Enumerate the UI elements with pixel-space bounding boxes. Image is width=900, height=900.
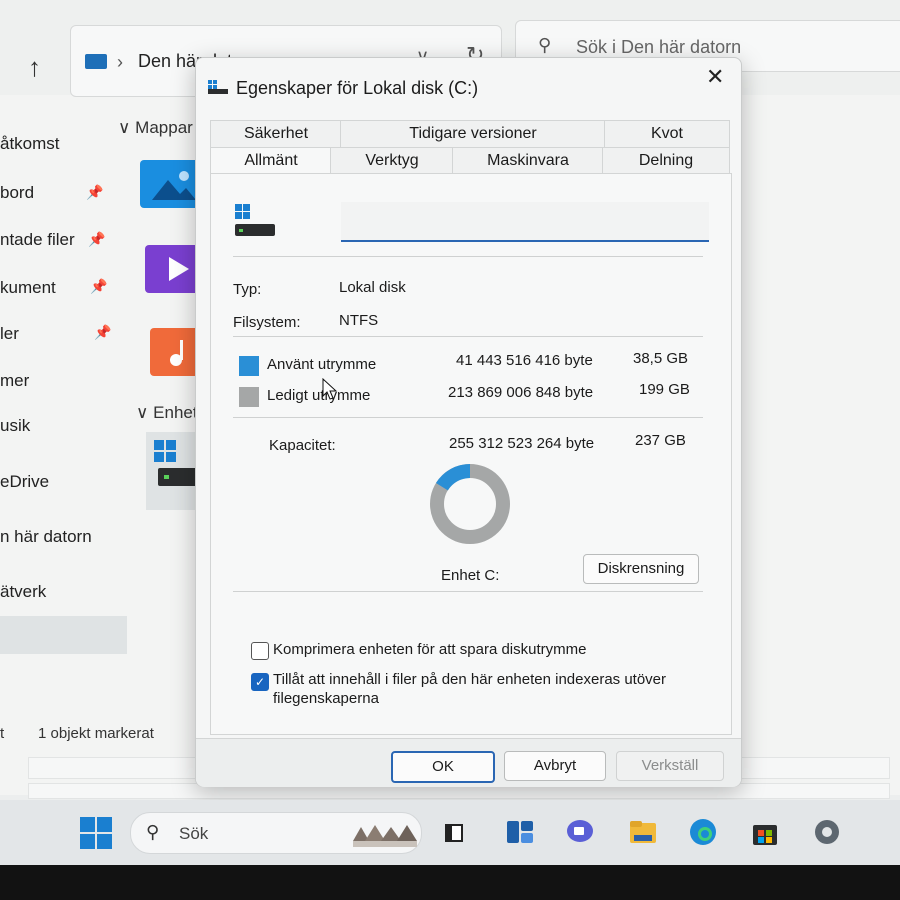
search-icon: ⚲: [538, 35, 552, 55]
mountain-icon: [152, 171, 196, 200]
nav-item[interactable]: ler: [0, 324, 19, 344]
nav-item[interactable]: usik: [0, 416, 30, 436]
properties-dialog: Egenskaper för Lokal disk (C:) ✕ Säkerhe…: [195, 57, 742, 787]
windows-drive-icon: [235, 204, 275, 236]
used-space-bytes: 41 443 516 416 byte: [456, 352, 593, 369]
apply-button[interactable]: Verkställ: [616, 751, 724, 781]
taskbar-search-label: Sök: [179, 824, 209, 843]
file-explorer-icon[interactable]: [628, 817, 658, 847]
capacity-bytes: 255 312 523 264 byte: [449, 435, 595, 452]
widgets-icon[interactable]: [440, 817, 470, 847]
index-checkbox[interactable]: ✓: [251, 673, 269, 691]
type-value: Lokal disk: [339, 279, 406, 296]
mouse-pointer-icon: [322, 378, 338, 400]
ok-button[interactable]: OK: [391, 751, 495, 783]
free-space-label: Ledigt utrymme: [267, 387, 371, 404]
divider: [233, 256, 703, 257]
divider: [233, 591, 703, 592]
nav-item[interactable]: mer: [0, 371, 29, 391]
nav-item[interactable]: åtkomst: [0, 134, 60, 154]
computer-icon: [85, 54, 107, 69]
cancel-button[interactable]: Avbryt: [504, 751, 606, 781]
type-label: Typ:: [233, 281, 262, 298]
explorer-search-placeholder[interactable]: Sök i Den här datorn: [576, 37, 741, 58]
tab-sharing[interactable]: Delning: [602, 147, 730, 174]
filesystem-value: NTFS: [339, 312, 379, 329]
drive-name-input[interactable]: [341, 202, 709, 242]
free-space-swatch: [239, 387, 259, 407]
tab-hardware[interactable]: Maskinvara: [452, 147, 604, 174]
nav-item[interactable]: bord: [0, 183, 34, 203]
pictures-folder-icon[interactable]: [140, 160, 200, 208]
tab-security[interactable]: Säkerhet: [210, 120, 342, 147]
disk-usage-donut: [430, 464, 510, 544]
index-label-line2: filegenskaperna: [273, 690, 379, 707]
group-folders-label: Mappar: [135, 118, 193, 137]
disk-cleanup-button[interactable]: Diskrensning: [583, 554, 699, 584]
capacity-gb: 237 GB: [635, 432, 686, 449]
taskbar: ⚲ Sök: [0, 800, 900, 865]
compress-label: Komprimera enheten för att spara diskutr…: [273, 641, 587, 658]
used-space-arc: [435, 464, 471, 491]
pin-icon: 📌: [90, 278, 108, 294]
chevron-down-icon: ∨: [118, 118, 136, 137]
screen: ↑ › Den här datorn ∨ ↻ ⚲ Sök i Den här d…: [0, 0, 900, 870]
free-space-gb: 199 GB: [639, 381, 690, 398]
used-space-swatch: [239, 356, 259, 376]
nav-item-this-pc[interactable]: n här datorn: [0, 527, 92, 547]
used-space-gb: 38,5 GB: [633, 350, 689, 367]
teams-chat-icon[interactable]: [565, 817, 595, 847]
capacity-label: Kapacitet:: [269, 437, 336, 454]
index-label-line1: Tillåt att innehåll i filer på den här e…: [273, 671, 667, 688]
tab-quota[interactable]: Kvot: [604, 120, 730, 147]
drive-label: Enhet C:: [441, 567, 500, 584]
windows-start-icon[interactable]: [80, 817, 112, 849]
group-folders-header[interactable]: ∨ Mappar: [118, 118, 193, 138]
filesystem-label: Filsystem:: [233, 314, 301, 331]
navigation-pane: åtkomst bord 📌 ntade filer 📌 kument 📌 le…: [0, 100, 130, 760]
chevron-down-icon: ∨: [136, 403, 154, 422]
pin-icon: 📌: [94, 324, 112, 340]
up-arrow-icon[interactable]: ↑: [28, 52, 41, 83]
task-view-icon[interactable]: [505, 817, 535, 847]
selected-nav-highlight: [0, 616, 127, 654]
nav-item[interactable]: eDrive: [0, 472, 49, 492]
status-selected: 1 objekt markerat: [38, 725, 154, 742]
close-icon[interactable]: ✕: [706, 64, 724, 90]
chevron-right-icon[interactable]: ›: [117, 52, 123, 73]
dialog-title: Egenskaper för Lokal disk (C:): [236, 78, 479, 98]
dialog-footer: OK Avbryt Verkställ: [196, 738, 741, 787]
drive-icon: [208, 80, 228, 94]
tab-tools[interactable]: Verktyg: [330, 147, 454, 174]
divider: [233, 417, 703, 418]
compress-checkbox[interactable]: [251, 642, 269, 660]
used-space-label: Använt utrymme: [267, 356, 377, 373]
taskbar-search-box[interactable]: ⚲ Sök: [130, 812, 422, 854]
divider: [233, 336, 703, 337]
tab-previous-versions[interactable]: Tidigare versioner: [340, 120, 606, 147]
edge-icon[interactable]: [688, 817, 718, 847]
store-icon[interactable]: [750, 817, 780, 847]
pin-icon: 📌: [88, 231, 106, 247]
search-icon: ⚲: [146, 822, 160, 842]
tab-general[interactable]: Allmänt: [210, 147, 332, 175]
pin-icon: 📌: [86, 184, 104, 200]
general-tab-panel: Typ: Lokal disk Filsystem: NTFS Använt u…: [210, 173, 732, 735]
status-count: t: [0, 725, 5, 742]
nav-item[interactable]: ntade filer: [0, 230, 75, 250]
search-highlight-illustration-icon: [353, 825, 417, 847]
settings-icon[interactable]: [812, 817, 842, 847]
nav-item[interactable]: ätverk: [0, 582, 46, 602]
nav-item[interactable]: kument: [0, 278, 56, 298]
free-space-bytes: 213 869 006 848 byte: [448, 384, 594, 401]
monitor-bezel: [0, 865, 900, 900]
